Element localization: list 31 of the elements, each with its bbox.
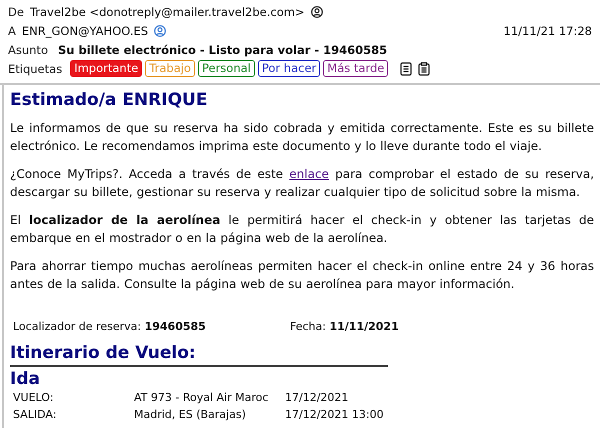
field-label: Etiquetas xyxy=(8,62,62,76)
row-value: AT 973 - Royal Air Maroc xyxy=(134,390,270,406)
itinerary-heading: Itinerario de Vuelo: xyxy=(10,343,197,363)
body-paragraph: Para ahorrar tiempo muchas aerolíneas permiten hacer el check-in online entre 24 y 36 horas antes de la salida. Consulte la página web de su aerolínea para mayor información. xyxy=(10,258,594,293)
tag-label[interactable]: Más tarde xyxy=(323,60,388,77)
field-label: Asunto xyxy=(8,42,48,56)
clipboard-icon[interactable] xyxy=(418,62,430,76)
booking-locator: Localizador de reserva: 19460585 xyxy=(13,320,207,333)
tag-label[interactable]: Importante xyxy=(70,60,142,77)
contact-icon[interactable] xyxy=(310,6,323,18)
row-date: 17/12/2021 xyxy=(285,390,350,406)
booking-date: Fecha: 11/11/2021 xyxy=(290,320,399,333)
mytrips-link[interactable]: enlace xyxy=(289,167,329,181)
row-label: VUELO: xyxy=(13,390,54,406)
field-label: A xyxy=(8,24,16,38)
tag-label[interactable]: Personal xyxy=(198,60,255,77)
greeting-heading: Estimado/a ENRIQUE xyxy=(10,90,208,110)
body-paragraph: El localizador de la aerolínea le permitirá hacer el check-in y obtener las tarjetas de embarque en el mostrador o en la página web de la aerolínea. xyxy=(10,212,594,247)
field-label: De xyxy=(8,4,24,18)
date-text: 11/11/21 17:28 xyxy=(504,24,592,38)
note-icon[interactable] xyxy=(400,62,412,76)
tag-label[interactable]: Por hacer xyxy=(258,60,320,77)
recipient-address: ENR_GON@YAHOO.ES xyxy=(22,24,148,38)
row-date: 17/12/2021 13:00 xyxy=(285,407,385,423)
sender-address: Travel2be <donotreply@mailer.travel2be.com> xyxy=(30,4,305,18)
subject-text: Su billete electrónico - Listo para volar - 19460585 xyxy=(58,42,388,56)
leg-heading: Ida xyxy=(10,369,41,389)
body-paragraph: ¿Conoce MyTrips?. Acceda a través de este enlace para comprobar el estado de su reserva, descargar su billete, gestionar su reserva y realizar cualquier tipo de solicitud sobre la misma. xyxy=(10,166,594,201)
body-paragraph: Le informamos de que su reserva ha sido cobrada y emitida correctamente. Este es su billete electrónico. Le recomendamos imprima este documento y lo lleve durante todo el viaje. xyxy=(10,120,594,155)
row-label: SALIDA: xyxy=(13,407,58,423)
row-value: Madrid, ES (Barajas) xyxy=(134,407,247,423)
